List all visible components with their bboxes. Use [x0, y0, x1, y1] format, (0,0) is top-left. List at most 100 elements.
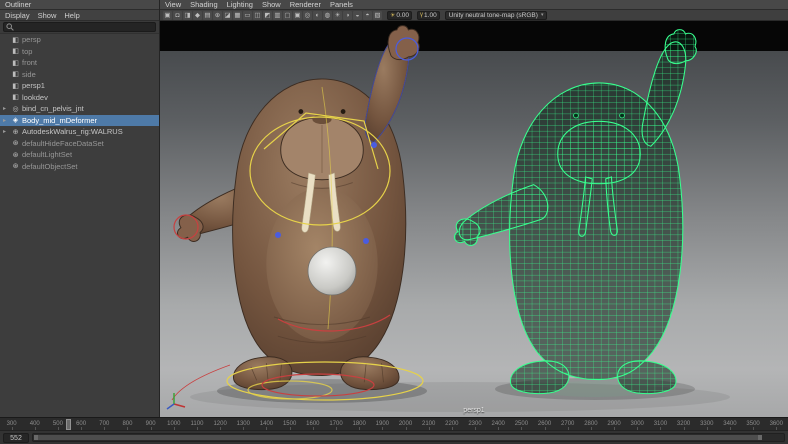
safe-title-icon[interactable]: ▣: [293, 11, 302, 20]
outliner-item[interactable]: ▸ ◧ lookdev: [0, 92, 159, 104]
multisample-icon[interactable]: ▧: [373, 11, 382, 20]
exposure-field[interactable]: ☀ 0.00: [387, 11, 412, 20]
outliner-item[interactable]: ▸ ◧ side: [0, 69, 159, 81]
range-slider-handle[interactable]: [34, 435, 762, 440]
viewport-panel: ViewShadingLightingShowRendererPanels ▣◘…: [160, 0, 788, 417]
grid-icon[interactable]: ▦: [233, 11, 242, 20]
outliner-tree: ▸ ◧ persp ▸ ◧ top ▸ ◧ front ▸ ◧ side: [0, 34, 159, 417]
view-transform-dropdown[interactable]: Unity neutral tone-map (sRGB) ▾: [445, 11, 548, 20]
belly-sphere-control[interactable]: [308, 247, 356, 295]
current-frame-marker[interactable]: [66, 419, 71, 430]
viewport-menubar: View Shading Lighting Show Renderer Panels: [160, 0, 788, 10]
outliner-item[interactable]: ▸ ◧ front: [0, 57, 159, 69]
viewport-canvas[interactable]: persp1: [160, 21, 788, 417]
outliner-item[interactable]: ▸ ⊛ defaultLightSet: [0, 149, 159, 161]
frame-tick-label: 2500: [510, 418, 533, 430]
frame-tick-label: 3000: [626, 418, 649, 430]
set-icon: ⊛: [11, 151, 20, 159]
frame-tick-label: 2000: [394, 418, 417, 430]
viewport-menu-item[interactable]: Panels: [330, 0, 353, 9]
film-gate-icon[interactable]: ▭: [243, 11, 252, 20]
outliner-item[interactable]: ▸ ⊕ AutodeskWalrus_rig:WALRUS: [0, 126, 159, 138]
motion-blur-icon[interactable]: ◓: [363, 11, 372, 20]
node-label: defaultObjectSet: [22, 162, 77, 171]
outliner-item[interactable]: ▸ ⊛ defaultHideFaceDataSet: [0, 138, 159, 150]
frame-tick-label: 1000: [162, 418, 185, 430]
field-chart-icon[interactable]: ▥: [273, 11, 282, 20]
node-label: persp1: [22, 81, 45, 90]
select-camera-icon[interactable]: ▣: [163, 11, 172, 20]
viewport-menu-item[interactable]: Shading: [190, 0, 218, 9]
joint-icon: ◎: [11, 105, 20, 113]
grease-pencil-icon[interactable]: ◪: [223, 11, 232, 20]
camera-name-label: persp1: [463, 407, 484, 414]
time-slider[interactable]: 3004005006007008009001000110012001300140…: [0, 417, 788, 430]
safe-action-icon[interactable]: ▢: [283, 11, 292, 20]
lighting-icon[interactable]: ☀: [333, 11, 342, 20]
viewport-menu-item[interactable]: Show: [262, 0, 281, 9]
shadows-icon[interactable]: ◑: [343, 11, 352, 20]
current-frame-field[interactable]: 552: [3, 433, 29, 443]
range-slider[interactable]: [32, 433, 785, 442]
node-label: side: [22, 70, 36, 79]
outliner-item[interactable]: ▸ ◈ Body_mid_mDeformer: [0, 115, 159, 127]
frame-tick-label: 2300: [463, 418, 486, 430]
outliner-item[interactable]: ▸ ◧ persp: [0, 34, 159, 46]
outliner-menu-item[interactable]: Show: [38, 11, 57, 20]
gamma-value: 1.00: [424, 12, 437, 19]
isolate-select-icon[interactable]: ◎: [303, 11, 312, 20]
viewport-menu-item[interactable]: Lighting: [227, 0, 253, 9]
pan-zoom-2d-icon[interactable]: ⊕: [213, 11, 222, 20]
camera-icon: ◧: [11, 59, 20, 67]
frame-tick-label: 300: [0, 418, 23, 430]
expand-caret-icon[interactable]: ▸: [3, 117, 9, 124]
camera-attributes-icon[interactable]: ◨: [183, 11, 192, 20]
viewport-menu-item[interactable]: View: [165, 0, 181, 9]
node-label: lookdev: [22, 93, 48, 102]
image-plane-icon[interactable]: ▤: [203, 11, 212, 20]
frame-tick-label: 3600: [765, 418, 788, 430]
camera-icon: ◧: [11, 47, 20, 55]
transform-icon: ⊕: [11, 128, 20, 136]
frame-tick-label: 900: [139, 418, 162, 430]
outliner-panel: Outliner Display Show Help ▸ ◧ persp ▸ ◧ t…: [0, 0, 160, 417]
frame-tick-label: 3300: [695, 418, 718, 430]
node-label: defaultHideFaceDataSet: [22, 139, 104, 148]
viewport-menu-item[interactable]: Renderer: [290, 0, 321, 9]
outliner-item[interactable]: ▸ ◎ bind_cn_pelvis_jnt: [0, 103, 159, 115]
xray-icon[interactable]: ◐: [313, 11, 322, 20]
outliner-menu-item[interactable]: Display: [5, 11, 30, 20]
chevron-down-icon: ▾: [541, 12, 544, 18]
viewport-toolbar: ▣◘◨◆▤⊕◪▦▭◫◩▥▢▣◎◐◍☀◑◒◓▧ ☀ 0.00 γ 1.00 Uni…: [160, 10, 788, 21]
frame-tick-label: 600: [70, 418, 93, 430]
set-icon: ⊛: [11, 139, 20, 147]
ambient-occlusion-icon[interactable]: ◒: [353, 11, 362, 20]
gate-mask-icon[interactable]: ◩: [263, 11, 272, 20]
expand-caret-icon[interactable]: ▸: [3, 105, 9, 112]
gamma-field[interactable]: γ 1.00: [417, 11, 440, 20]
node-label: top: [22, 47, 32, 56]
frame-tick-label: 2700: [556, 418, 579, 430]
outliner-item[interactable]: ▸ ◧ persp1: [0, 80, 159, 92]
outliner-item[interactable]: ▸ ⊛ defaultObjectSet: [0, 161, 159, 173]
frame-tick-label: 800: [116, 418, 139, 430]
exposure-value: 0.00: [396, 12, 409, 19]
bookmark-icon[interactable]: ◆: [193, 11, 202, 20]
node-label: Body_mid_mDeformer: [22, 116, 97, 125]
outliner-menu-item[interactable]: Help: [64, 11, 79, 20]
frame-tick-label: 3400: [718, 418, 741, 430]
node-label: persp: [22, 35, 41, 44]
frame-tick-label: 1500: [278, 418, 301, 430]
frame-tick-label: 2800: [579, 418, 602, 430]
outliner-item[interactable]: ▸ ◧ top: [0, 46, 159, 58]
wireframe-on-shaded-icon[interactable]: ◍: [323, 11, 332, 20]
scene-3d[interactable]: [160, 21, 788, 417]
resolution-gate-icon[interactable]: ◫: [253, 11, 262, 20]
lock-camera-icon[interactable]: ◘: [173, 11, 182, 20]
expand-caret-icon[interactable]: ▸: [3, 128, 9, 135]
frame-tick-label: 700: [93, 418, 116, 430]
outliner-title[interactable]: Outliner: [5, 0, 31, 9]
outliner-search-input[interactable]: [3, 22, 156, 32]
camera-icon: ◧: [11, 70, 20, 78]
outliner-titlebar: Outliner: [0, 0, 159, 10]
